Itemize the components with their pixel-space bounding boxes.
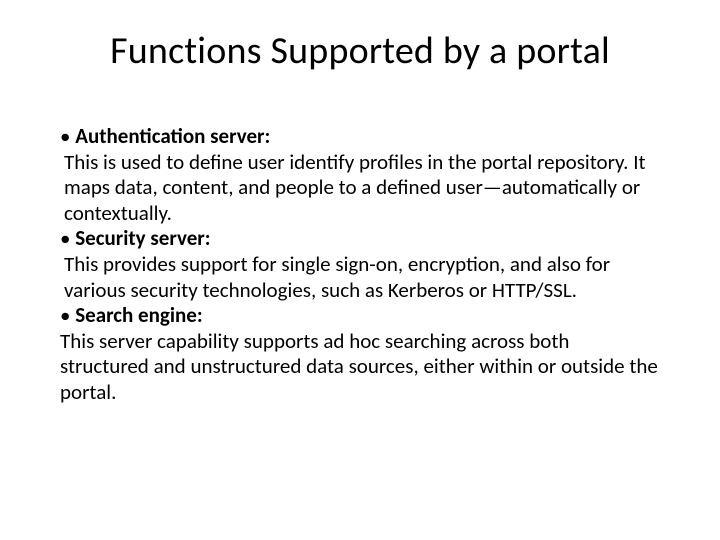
text-search: This server capability supports ad hoc s… <box>60 329 660 406</box>
bullet-glyph: • <box>60 123 75 149</box>
bullet-security-heading: • Security server: <box>60 226 660 252</box>
heading-search: Search engine: <box>75 302 202 328</box>
text-auth: This is used to define user identify pro… <box>60 150 660 227</box>
bullet-glyph: • <box>60 302 75 328</box>
bullet-auth-heading: • Authentication server: <box>60 124 660 150</box>
text-security: This provides support for single sign-on… <box>60 252 660 303</box>
heading-security: Security server: <box>75 225 210 251</box>
slide-title: Functions Supported by a portal <box>60 28 660 74</box>
slide-body: • Authentication server: This is used to… <box>60 124 660 406</box>
heading-auth: Authentication server: <box>75 123 270 149</box>
bullet-search-heading: • Search engine: <box>60 303 660 329</box>
bullet-glyph: • <box>60 225 75 251</box>
slide: Functions Supported by a portal • Authen… <box>0 0 720 540</box>
